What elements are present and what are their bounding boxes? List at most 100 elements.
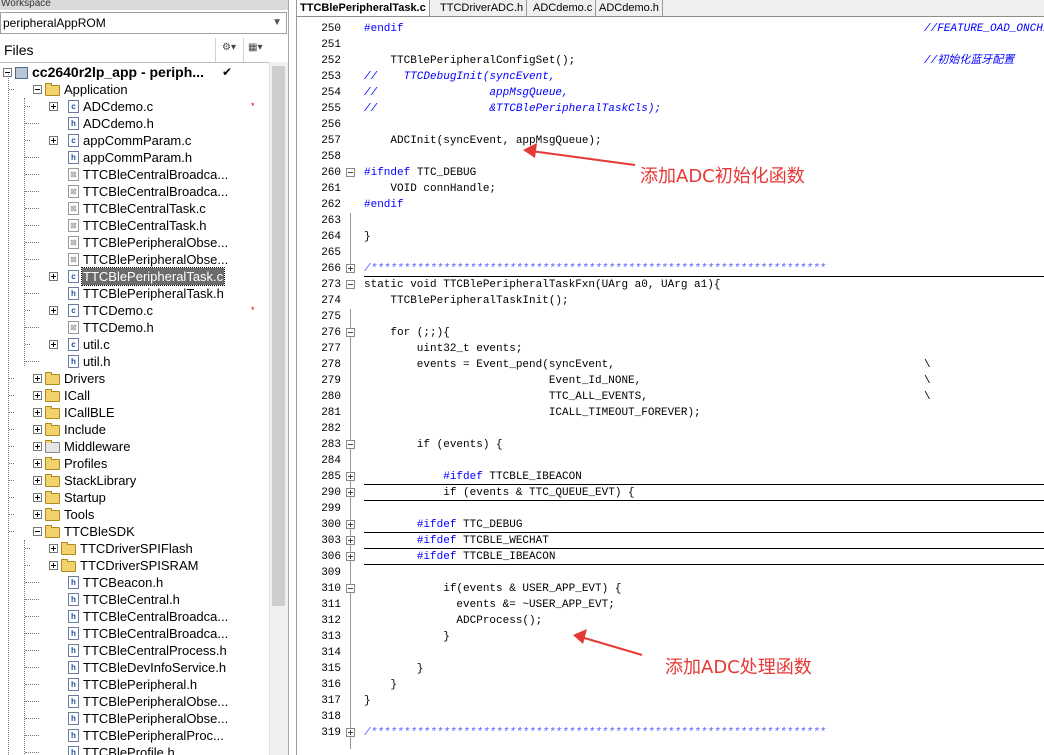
expand-toggle[interactable] — [49, 136, 58, 145]
code-line[interactable]: 263 — [297, 213, 1044, 229]
tree-file[interactable]: h ADCdemo.h — [0, 115, 269, 132]
expand-toggle[interactable] — [33, 425, 42, 434]
fold-toggle[interactable] — [346, 520, 355, 529]
expand-toggle[interactable] — [33, 527, 42, 536]
code-line[interactable]: 300 #ifdef TTC_DEBUG — [297, 517, 1044, 533]
expand-toggle[interactable] — [49, 561, 58, 570]
code-line[interactable]: 311 events &= ~USER_APP_EVT; — [297, 597, 1044, 613]
tree-folder[interactable]: TTCDriverSPIFlash — [0, 540, 269, 557]
code-editor[interactable]: 250 #endif //FEATURE_OAD_ONCHIP 251 252 TTCB… — [296, 17, 1044, 755]
code-line[interactable]: 253 // TTCDebugInit(syncEvent, — [297, 69, 1044, 85]
fold-toggle[interactable] — [346, 440, 355, 449]
code-line[interactable]: 282 — [297, 421, 1044, 437]
code-line[interactable]: 264} — [297, 229, 1044, 245]
expand-toggle[interactable] — [49, 544, 58, 553]
tab-ttcdriveradc-h[interactable]: TTCDriverADC.h — [437, 0, 528, 16]
code-line[interactable]: 285 #ifdef TTCBLE_IBEACON — [297, 469, 1044, 485]
tree-file[interactable]: ⊠ TTCDemo.h — [0, 319, 269, 336]
tree-file[interactable]: h TTCBlePeripheral.h — [0, 676, 269, 693]
expand-toggle[interactable] — [33, 493, 42, 502]
options-column-icon[interactable]: ⚙▾ — [222, 42, 236, 53]
code-line[interactable]: 250 #endif //FEATURE_OAD_ONCHIP — [297, 21, 1044, 37]
tree-folder[interactable]: TTCBleSDK — [0, 523, 269, 540]
code-line[interactable]: 278 events = Event_pend(syncEvent, \ — [297, 357, 1044, 373]
tree-file[interactable]: h TTCBleCentralProcess.h — [0, 642, 269, 659]
fold-toggle[interactable] — [346, 328, 355, 337]
tree-folder[interactable]: Tools — [0, 506, 269, 523]
code-line[interactable]: 265 — [297, 245, 1044, 261]
configuration-select[interactable]: peripheralAppROM ▼ — [0, 12, 287, 34]
tree-file[interactable]: c appCommParam.c — [0, 132, 269, 149]
code-line[interactable]: 254 // appMsgQueue, — [297, 85, 1044, 101]
tree-file[interactable]: h util.h — [0, 353, 269, 370]
tree-file[interactable]: h TTCBlePeripheralProc... — [0, 727, 269, 744]
tree-scrollbar[interactable] — [269, 62, 288, 755]
code-line[interactable]: 279 Event_Id_NONE, \ — [297, 373, 1044, 389]
expand-toggle[interactable] — [33, 459, 42, 468]
code-line[interactable]: 256 — [297, 117, 1044, 133]
fold-toggle[interactable] — [346, 488, 355, 497]
expand-toggle[interactable] — [49, 340, 58, 349]
fold-toggle[interactable] — [346, 584, 355, 593]
tree-file[interactable]: c TTCBlePeripheralTask.c — [0, 267, 269, 286]
tree-file[interactable]: h TTCBleCentral.h — [0, 591, 269, 608]
code-line[interactable]: 281 ICALL_TIMEOUT_FOREVER); — [297, 405, 1044, 421]
code-line[interactable]: 262 #endif — [297, 197, 1044, 213]
code-line[interactable]: 277 uint32_t events; — [297, 341, 1044, 357]
tree-folder[interactable]: Profiles — [0, 455, 269, 472]
code-line[interactable]: 313 } — [297, 629, 1044, 645]
tree-folder[interactable]: Application — [0, 81, 269, 98]
expand-toggle[interactable] — [33, 476, 42, 485]
expand-toggle[interactable] — [49, 272, 58, 281]
expand-toggle[interactable] — [33, 510, 42, 519]
build-column-icon[interactable]: ▦▾ — [248, 42, 262, 53]
fold-toggle[interactable] — [346, 728, 355, 737]
tree-file[interactable]: h TTCBlePeripheralObse... — [0, 710, 269, 727]
tree-file[interactable]: h TTCBleDevInfoService.h — [0, 659, 269, 676]
code-line[interactable]: 266 /************************************… — [297, 261, 1044, 277]
code-line[interactable]: 299 — [297, 501, 1044, 517]
code-line[interactable]: 317} — [297, 693, 1044, 709]
tab-adcdemo-c[interactable]: ADCdemo.c — [530, 0, 597, 16]
expand-toggle[interactable] — [33, 408, 42, 417]
code-line[interactable]: 312 ADCProcess(); — [297, 613, 1044, 629]
tree-file[interactable]: h TTCBlePeripheralTask.h — [0, 285, 269, 302]
tree-file[interactable]: ⊠ TTCBleCentralTask.c — [0, 200, 269, 217]
code-line[interactable]: 309 — [297, 565, 1044, 581]
tree-file[interactable]: ⊠ TTCBleCentralTask.h — [0, 217, 269, 234]
tree-file[interactable]: c util.c — [0, 336, 269, 353]
expand-toggle[interactable] — [33, 85, 42, 94]
code-line[interactable]: 310 if(events & USER_APP_EVT) { — [297, 581, 1044, 597]
code-line[interactable]: 275 — [297, 309, 1044, 325]
code-line[interactable]: 252 TTCBlePeripheralConfigSet(); //初始化蓝牙配… — [297, 53, 1044, 69]
code-line[interactable]: 280 TTC_ALL_EVENTS, \ — [297, 389, 1044, 405]
tree-folder[interactable]: StackLibrary — [0, 472, 269, 489]
code-line[interactable]: 316 } — [297, 677, 1044, 693]
tree-file[interactable]: h TTCBleCentralBroadca... — [0, 625, 269, 642]
code-line[interactable]: 318 — [297, 709, 1044, 725]
tree-file[interactable]: ⊠ TTCBleCentralBroadca... — [0, 166, 269, 183]
code-line[interactable]: 274 TTCBlePeripheralTaskInit(); — [297, 293, 1044, 309]
fold-toggle[interactable] — [346, 280, 355, 289]
tree-folder[interactable]: Middleware — [0, 438, 269, 455]
code-line[interactable]: 251 — [297, 37, 1044, 53]
tab-ttcbleperipheraltask-c[interactable]: TTCBlePeripheralTask.c — [296, 0, 430, 16]
code-line[interactable]: 319 /************************************… — [297, 725, 1044, 741]
fold-toggle[interactable] — [346, 264, 355, 273]
fold-toggle[interactable] — [346, 536, 355, 545]
project-root[interactable]: cc2640r2lp_app - periph... ✔ — [0, 64, 269, 81]
tree-file[interactable]: h TTCBeacon.h — [0, 574, 269, 591]
expand-toggle[interactable] — [49, 306, 58, 315]
fold-toggle[interactable] — [346, 472, 355, 481]
fold-toggle[interactable] — [346, 168, 355, 177]
tree-file[interactable]: h TTCBleCentralBroadca... — [0, 608, 269, 625]
tree-folder[interactable]: Startup — [0, 489, 269, 506]
expand-toggle[interactable] — [49, 102, 58, 111]
tree-folder[interactable]: TTCDriverSPISRAM — [0, 557, 269, 574]
tree-folder[interactable]: Drivers — [0, 370, 269, 387]
code-line[interactable]: 276 for (;;){ — [297, 325, 1044, 341]
chevron-down-icon[interactable]: ▼ — [272, 13, 282, 33]
code-line[interactable]: 306 #ifdef TTCBLE_IBEACON — [297, 549, 1044, 565]
tree-folder[interactable]: ICallBLE — [0, 404, 269, 421]
tree-folder[interactable]: Include — [0, 421, 269, 438]
